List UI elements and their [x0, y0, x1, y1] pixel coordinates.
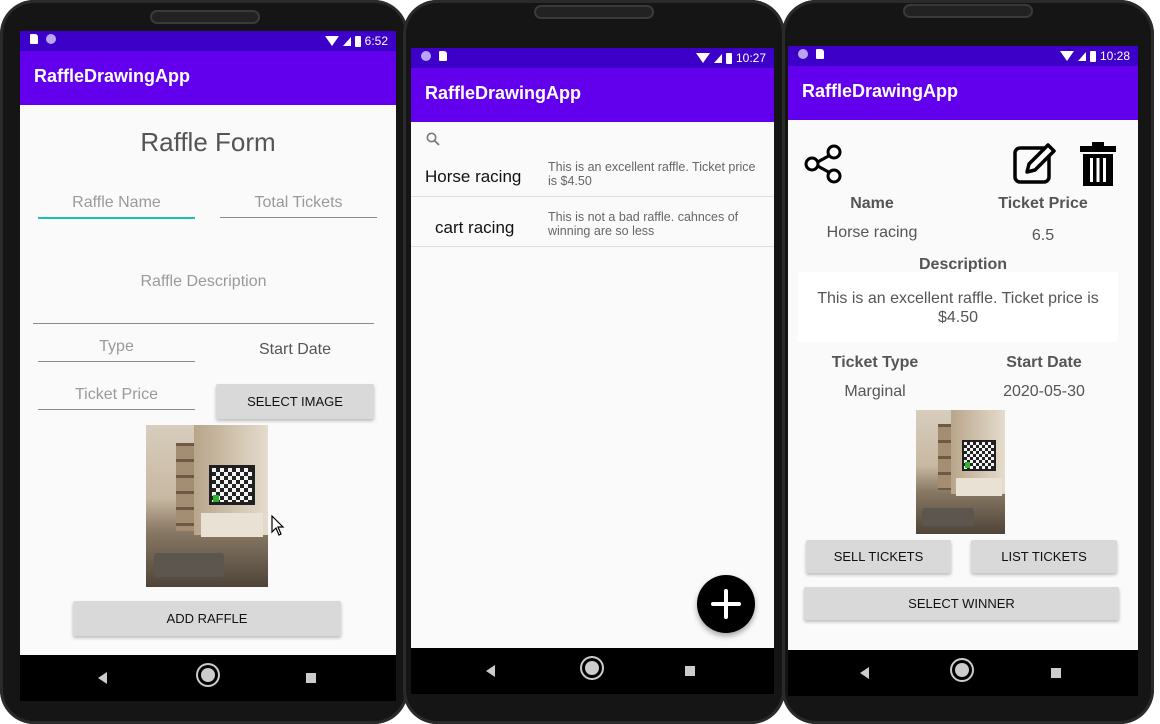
type-input[interactable]: Type	[38, 338, 195, 362]
name-value: Horse racing	[826, 224, 918, 241]
nav-back-icon[interactable]	[98, 672, 107, 684]
list-tickets-button[interactable]: LIST TICKETS	[971, 540, 1117, 573]
battery-icon	[354, 35, 361, 47]
phone-frame-form: 6:52 RaffleDrawingApp Raffle Form Raffle…	[0, 0, 408, 724]
add-icon[interactable]	[697, 575, 755, 633]
raffle-name-input[interactable]: Raffle Name	[38, 194, 195, 219]
description-value: This is an excellent raffle. Ticket pric…	[798, 272, 1118, 342]
ticket-price-value: 6.5	[1031, 227, 1055, 244]
app-bar-title: RaffleDrawingApp	[788, 66, 1138, 120]
delete-icon[interactable]	[1078, 141, 1118, 187]
earpiece-speaker	[534, 5, 654, 19]
battery-icon	[1089, 50, 1096, 62]
wifi-icon	[324, 36, 339, 46]
cell-signal-icon	[342, 36, 351, 46]
phone-frame-list: 10:27 RaffleDrawingApp Horse racing This…	[403, 0, 785, 724]
raffle-image	[146, 425, 268, 587]
ticket-type-label: Ticket Type	[831, 354, 919, 371]
navigation-bar	[20, 655, 396, 701]
screen-raffle-detail: 10:28 RaffleDrawingApp Name Ticket Price…	[788, 46, 1138, 696]
navigation-bar	[788, 650, 1138, 696]
earpiece-speaker	[903, 4, 1033, 18]
cell-signal-icon	[1077, 51, 1086, 61]
raffle-name: cart racing	[435, 218, 515, 237]
ticket-price-label: Ticket Price	[998, 195, 1088, 212]
select-image-button[interactable]: SELECT IMAGE	[216, 384, 374, 419]
status-time: 10:28	[1099, 49, 1130, 63]
status-bar: 10:27	[411, 48, 774, 68]
sd-card-icon	[30, 34, 38, 44]
wifi-icon	[695, 53, 710, 63]
sd-card-icon	[439, 51, 447, 61]
list-item[interactable]: cart racing This is not a bad raffle. ca…	[411, 196, 774, 247]
nav-home-icon[interactable]	[201, 668, 215, 682]
notification-dot-icon	[46, 34, 56, 44]
mouse-cursor-icon	[271, 514, 285, 537]
ticket-type-value: Marginal	[844, 383, 906, 400]
search-icon[interactable]	[426, 132, 440, 146]
wifi-icon	[1059, 51, 1074, 61]
status-time: 6:52	[364, 34, 388, 48]
raffle-image	[916, 410, 1005, 534]
status-bar: 6:52	[20, 31, 396, 51]
list-item[interactable]: Horse racing This is an excellent raffle…	[411, 146, 774, 197]
nav-home-icon[interactable]	[585, 661, 599, 675]
start-date-label: Start Date	[1006, 354, 1082, 371]
raffle-description: This is not a bad raffle. cahnces of win…	[548, 210, 739, 238]
navigation-bar	[411, 648, 774, 694]
app-bar-title: RaffleDrawingApp	[411, 68, 774, 122]
form-heading: Raffle Form	[140, 127, 276, 157]
raffle-name: Horse racing	[425, 167, 522, 186]
nav-back-icon[interactable]	[486, 665, 495, 677]
earpiece-speaker	[150, 10, 260, 24]
add-raffle-button[interactable]: ADD RAFFLE	[73, 601, 341, 636]
share-icon[interactable]	[802, 142, 846, 186]
cell-signal-icon	[713, 53, 722, 63]
status-bar: 10:28	[788, 46, 1138, 66]
sell-tickets-button[interactable]: SELL TICKETS	[806, 540, 951, 573]
battery-icon	[725, 52, 732, 64]
nav-recents-icon[interactable]	[685, 666, 695, 676]
raffle-description-input[interactable]: Raffle Description	[33, 273, 374, 324]
nav-recents-icon[interactable]	[306, 673, 316, 683]
nav-back-icon[interactable]	[860, 667, 869, 679]
nav-home-icon[interactable]	[955, 663, 969, 677]
nav-recents-icon[interactable]	[1051, 668, 1061, 678]
app-bar-title: RaffleDrawingApp	[20, 51, 396, 105]
name-label: Name	[850, 195, 894, 212]
start-date-picker[interactable]: Start Date	[220, 341, 370, 359]
notification-dot-icon	[421, 51, 431, 61]
screen-raffle-form: 6:52 RaffleDrawingApp Raffle Form Raffle…	[20, 31, 396, 701]
screen-raffle-list: 10:27 RaffleDrawingApp Horse racing This…	[411, 48, 774, 694]
select-winner-button[interactable]: SELECT WINNER	[804, 587, 1119, 620]
status-time: 10:27	[735, 51, 766, 65]
start-date-value: 2020-05-30	[1003, 383, 1085, 400]
phone-frame-detail: 10:28 RaffleDrawingApp Name Ticket Price…	[782, 0, 1154, 724]
ticket-price-input[interactable]: Ticket Price	[38, 386, 195, 410]
notification-dot-icon	[798, 49, 808, 59]
total-tickets-input[interactable]: Total Tickets	[220, 194, 377, 218]
edit-icon[interactable]	[1012, 142, 1058, 186]
raffle-description: This is an excellent raffle. Ticket pric…	[548, 160, 756, 188]
sd-card-icon	[816, 49, 824, 59]
